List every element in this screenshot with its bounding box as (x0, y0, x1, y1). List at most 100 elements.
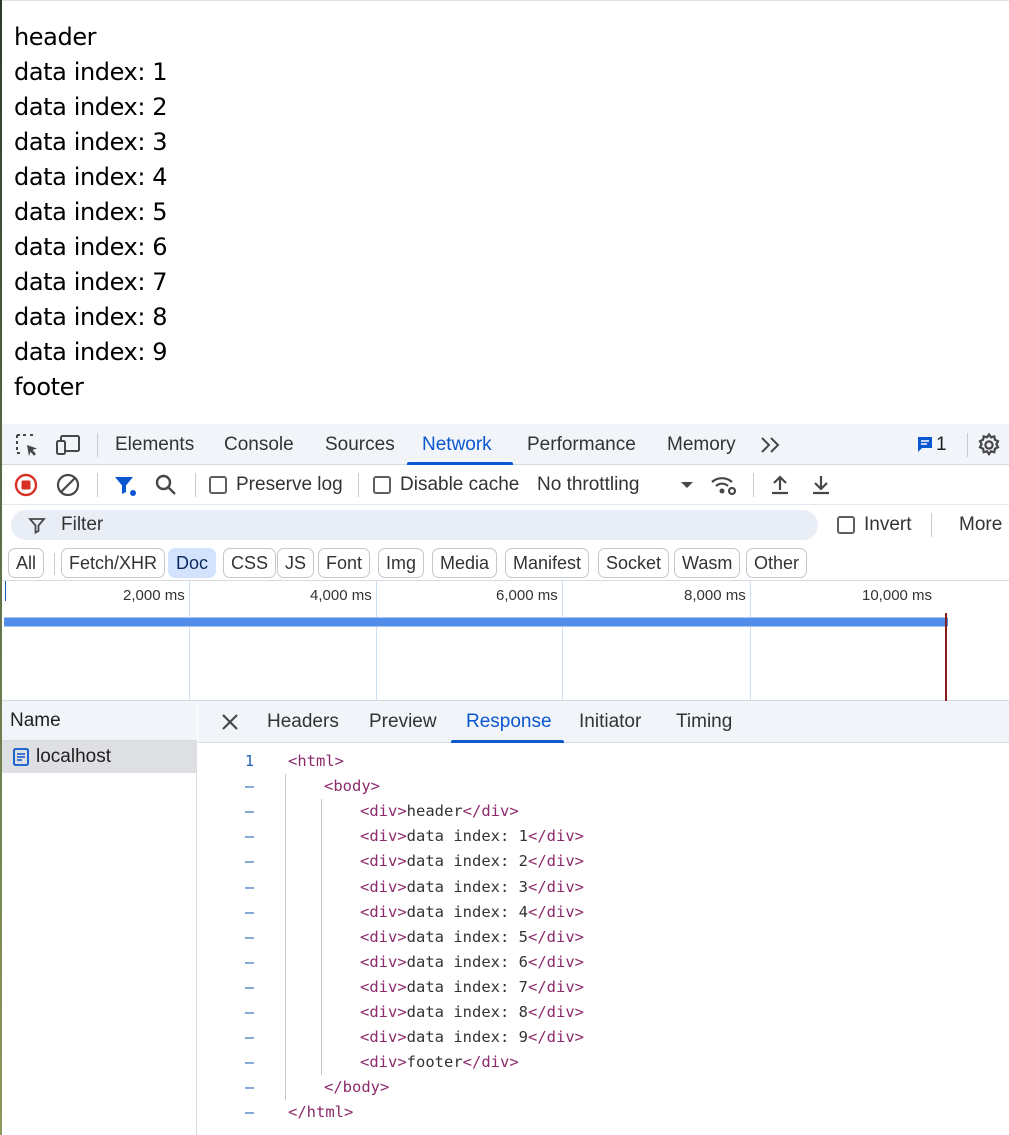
double-chevron-right-icon[interactable] (759, 434, 785, 460)
type-filter-img[interactable]: Img (378, 548, 425, 578)
code-line: – <body> (198, 774, 1009, 799)
filter-placeholder: Filter (61, 514, 104, 535)
network-overview-timeline[interactable]: 2,000 ms 4,000 ms 6,000 ms 8,000 ms 10,0… (2, 581, 1009, 701)
name-column-header[interactable]: Name (2, 701, 197, 741)
text-node: data index: 5 (406, 927, 528, 946)
code-line: – <div>data index: 4</div> (198, 900, 1009, 925)
html-tag: <div> (360, 852, 407, 871)
tab-console[interactable]: Console (224, 424, 294, 465)
tab-elements[interactable]: Elements (115, 424, 194, 465)
html-tag: </body> (324, 1078, 390, 1097)
timeline-tick-label: 2,000 ms (123, 587, 185, 604)
code-text: </body> (324, 1075, 389, 1100)
code-text: <html> (288, 749, 344, 774)
throttling-select[interactable]: No throttling (537, 465, 639, 505)
filter-input[interactable]: Filter (11, 510, 818, 540)
text-node: data index: 2 (406, 852, 528, 871)
html-tag: </div> (528, 827, 584, 846)
collapsed-line-marker: – (244, 1053, 254, 1072)
code-line: – <div>data index: 5</div> (198, 925, 1009, 950)
tab-network[interactable]: Network (422, 424, 492, 465)
inspect-element-icon[interactable] (14, 432, 40, 458)
close-icon[interactable] (218, 710, 242, 734)
detail-tab-initiator[interactable]: Initiator (579, 701, 641, 743)
type-filter-doc[interactable]: Doc (168, 548, 217, 578)
detail-tab-response[interactable]: Response (466, 701, 552, 743)
toolbar-divider (931, 513, 932, 537)
line-number: 1 (244, 752, 254, 770)
html-tag: <div> (360, 927, 407, 946)
collapsed-line-marker: – (244, 1103, 254, 1122)
invert-label[interactable]: Invert (864, 505, 912, 545)
tab-sources[interactable]: Sources (325, 424, 395, 465)
device-toolbar-icon[interactable] (55, 432, 81, 458)
toolbar-divider (97, 473, 98, 497)
text-node: data index: 7 (406, 977, 528, 996)
filter-row: Filter Invert More (2, 505, 1009, 545)
code-text: <div>data index: 2</div> (360, 849, 584, 874)
collapsed-line-marker: – (244, 952, 254, 971)
html-tag: </div> (528, 852, 584, 871)
html-tag: </div> (528, 927, 584, 946)
resource-type-filters: All Fetch/XHR Doc CSS JS Font Img Media … (2, 545, 1009, 581)
issues-icon[interactable] (916, 434, 936, 460)
code-line: – <div>header</div> (198, 799, 1009, 824)
disable-cache-checkbox[interactable] (373, 476, 391, 494)
collapsed-line-marker: – (244, 852, 254, 871)
record-stop-icon[interactable] (13, 472, 39, 498)
tab-memory[interactable]: Memory (667, 424, 736, 465)
html-tag: <body> (324, 777, 380, 796)
page-line: data index: 5 (14, 198, 168, 226)
type-filter-css[interactable]: CSS (223, 548, 277, 578)
code-line: – <div>data index: 3</div> (198, 875, 1009, 900)
tab-performance[interactable]: Performance (527, 424, 636, 465)
detail-tab-timing[interactable]: Timing (676, 701, 732, 743)
devtools-panel: Elements Console Sources Network Perform… (2, 424, 1009, 1135)
html-tag: <div> (360, 1003, 407, 1021)
timeline-tick-label: 4,000 ms (310, 587, 372, 604)
text-node: data index: 6 (406, 952, 528, 971)
type-filter-media[interactable]: Media (432, 548, 498, 578)
type-filter-font[interactable]: Font (318, 548, 371, 578)
page-line-footer: footer (14, 373, 84, 401)
type-filter-other[interactable]: Other (746, 548, 808, 578)
html-tag: </html> (288, 1103, 354, 1122)
code-line: – <div>data index: 8</div> (198, 1000, 1009, 1025)
preserve-log-label[interactable]: Preserve log (236, 465, 343, 505)
export-har-icon[interactable] (808, 472, 834, 498)
filter-icon (27, 515, 47, 535)
type-filter-socket[interactable]: Socket (598, 548, 670, 578)
collapsed-line-marker: – (244, 977, 254, 996)
page-content: header data index: 1 data index: 2 data … (14, 20, 168, 405)
page-line: data index: 9 (14, 338, 168, 366)
invert-checkbox[interactable] (837, 516, 855, 534)
filter-funnel-icon[interactable] (112, 473, 138, 499)
settings-gear-icon[interactable] (976, 432, 1002, 458)
more-filters-button[interactable]: More (959, 505, 1002, 545)
timeline-gridline (376, 581, 377, 701)
request-row-localhost[interactable]: localhost (2, 741, 197, 773)
type-filter-wasm[interactable]: Wasm (674, 548, 741, 578)
code-line: – </html> (198, 1100, 1009, 1125)
response-source-view[interactable]: 1 <html> – <body> – <div>header</div> – <div>da… (198, 749, 1009, 1135)
page-line: data index: 4 (14, 163, 168, 191)
search-icon[interactable] (153, 472, 179, 498)
clear-icon[interactable] (55, 472, 81, 498)
preserve-log-checkbox[interactable] (209, 476, 227, 494)
import-har-icon[interactable] (767, 472, 793, 498)
detail-tab-headers[interactable]: Headers (267, 701, 339, 743)
timeline-gridline (562, 581, 563, 701)
caret-down-icon[interactable] (678, 473, 696, 499)
type-filter-manifest[interactable]: Manifest (505, 548, 590, 578)
type-filter-all[interactable]: All (8, 548, 45, 578)
type-filter-js[interactable]: JS (277, 548, 315, 578)
type-filter-fetch-xhr[interactable]: Fetch/XHR (61, 548, 166, 578)
detail-tab-preview[interactable]: Preview (369, 701, 437, 743)
text-node: data index: 1 (406, 827, 528, 846)
disable-cache-label[interactable]: Disable cache (400, 465, 519, 505)
document-icon (11, 747, 31, 767)
issues-count[interactable]: 1 (936, 424, 947, 465)
code-text: <body> (324, 774, 380, 799)
network-conditions-icon[interactable] (709, 472, 737, 498)
page-line: data index: 2 (14, 93, 168, 121)
